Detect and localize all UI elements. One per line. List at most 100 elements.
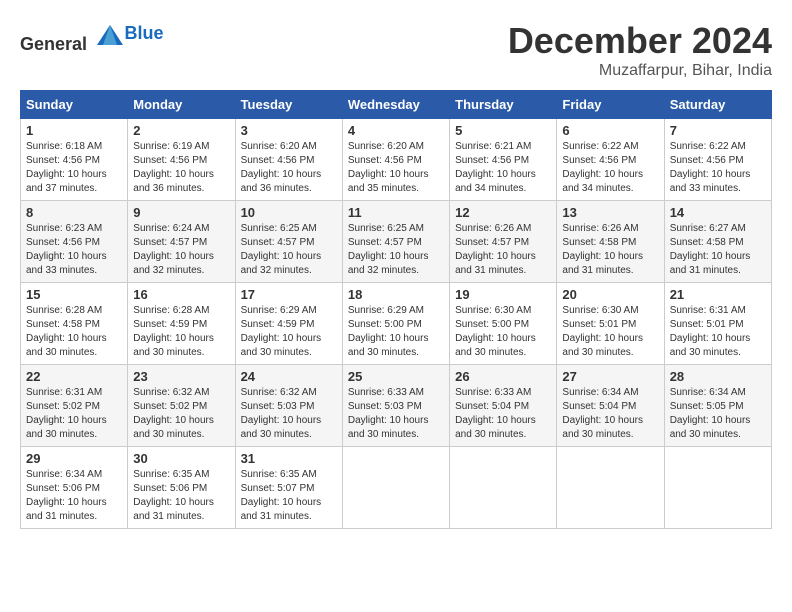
col-sunday: Sunday <box>21 91 128 119</box>
day-detail: Sunrise: 6:35 AMSunset: 5:07 PMDaylight:… <box>241 469 322 522</box>
calendar-cell <box>557 447 664 529</box>
calendar-week-row: 1 Sunrise: 6:18 AMSunset: 4:56 PMDayligh… <box>21 119 772 201</box>
calendar-cell: 23 Sunrise: 6:32 AMSunset: 5:02 PMDaylig… <box>128 365 235 447</box>
day-detail: Sunrise: 6:35 AMSunset: 5:06 PMDaylight:… <box>133 469 214 522</box>
calendar-cell: 7 Sunrise: 6:22 AMSunset: 4:56 PMDayligh… <box>664 119 771 201</box>
calendar-cell: 8 Sunrise: 6:23 AMSunset: 4:56 PMDayligh… <box>21 201 128 283</box>
calendar-cell: 9 Sunrise: 6:24 AMSunset: 4:57 PMDayligh… <box>128 201 235 283</box>
day-detail: Sunrise: 6:24 AMSunset: 4:57 PMDaylight:… <box>133 223 214 276</box>
logo-icon <box>95 20 125 50</box>
day-detail: Sunrise: 6:22 AMSunset: 4:56 PMDaylight:… <box>562 141 643 194</box>
col-tuesday: Tuesday <box>235 91 342 119</box>
day-number: 1 <box>26 123 122 138</box>
day-number: 22 <box>26 369 122 384</box>
day-number: 10 <box>241 205 337 220</box>
calendar-cell: 19 Sunrise: 6:30 AMSunset: 5:00 PMDaylig… <box>450 283 557 365</box>
calendar-cell: 20 Sunrise: 6:30 AMSunset: 5:01 PMDaylig… <box>557 283 664 365</box>
day-number: 26 <box>455 369 551 384</box>
calendar-cell: 10 Sunrise: 6:25 AMSunset: 4:57 PMDaylig… <box>235 201 342 283</box>
day-detail: Sunrise: 6:31 AMSunset: 5:01 PMDaylight:… <box>670 305 751 358</box>
calendar-cell: 17 Sunrise: 6:29 AMSunset: 4:59 PMDaylig… <box>235 283 342 365</box>
logo-text-general: General <box>20 34 87 54</box>
calendar-cell: 11 Sunrise: 6:25 AMSunset: 4:57 PMDaylig… <box>342 201 449 283</box>
day-detail: Sunrise: 6:29 AMSunset: 5:00 PMDaylight:… <box>348 305 429 358</box>
calendar-cell: 1 Sunrise: 6:18 AMSunset: 4:56 PMDayligh… <box>21 119 128 201</box>
day-detail: Sunrise: 6:20 AMSunset: 4:56 PMDaylight:… <box>348 141 429 194</box>
day-number: 20 <box>562 287 658 302</box>
calendar-week-row: 29 Sunrise: 6:34 AMSunset: 5:06 PMDaylig… <box>21 447 772 529</box>
col-friday: Friday <box>557 91 664 119</box>
day-number: 6 <box>562 123 658 138</box>
calendar-cell: 25 Sunrise: 6:33 AMSunset: 5:03 PMDaylig… <box>342 365 449 447</box>
col-saturday: Saturday <box>664 91 771 119</box>
day-number: 2 <box>133 123 229 138</box>
day-number: 14 <box>670 205 766 220</box>
day-detail: Sunrise: 6:22 AMSunset: 4:56 PMDaylight:… <box>670 141 751 194</box>
day-number: 23 <box>133 369 229 384</box>
calendar-cell: 24 Sunrise: 6:32 AMSunset: 5:03 PMDaylig… <box>235 365 342 447</box>
col-thursday: Thursday <box>450 91 557 119</box>
day-number: 21 <box>670 287 766 302</box>
col-wednesday: Wednesday <box>342 91 449 119</box>
calendar-cell: 26 Sunrise: 6:33 AMSunset: 5:04 PMDaylig… <box>450 365 557 447</box>
day-detail: Sunrise: 6:25 AMSunset: 4:57 PMDaylight:… <box>348 223 429 276</box>
calendar-cell: 15 Sunrise: 6:28 AMSunset: 4:58 PMDaylig… <box>21 283 128 365</box>
day-detail: Sunrise: 6:20 AMSunset: 4:56 PMDaylight:… <box>241 141 322 194</box>
day-number: 12 <box>455 205 551 220</box>
day-detail: Sunrise: 6:28 AMSunset: 4:58 PMDaylight:… <box>26 305 107 358</box>
day-number: 13 <box>562 205 658 220</box>
calendar-cell: 13 Sunrise: 6:26 AMSunset: 4:58 PMDaylig… <box>557 201 664 283</box>
calendar-week-row: 22 Sunrise: 6:31 AMSunset: 5:02 PMDaylig… <box>21 365 772 447</box>
calendar-cell <box>450 447 557 529</box>
day-detail: Sunrise: 6:33 AMSunset: 5:04 PMDaylight:… <box>455 387 536 440</box>
calendar-cell: 31 Sunrise: 6:35 AMSunset: 5:07 PMDaylig… <box>235 447 342 529</box>
title-block: December 2024 Muzaffarpur, Bihar, India <box>508 20 772 80</box>
day-detail: Sunrise: 6:19 AMSunset: 4:56 PMDaylight:… <box>133 141 214 194</box>
calendar-cell: 6 Sunrise: 6:22 AMSunset: 4:56 PMDayligh… <box>557 119 664 201</box>
logo: General Blue <box>20 20 164 55</box>
calendar-cell: 28 Sunrise: 6:34 AMSunset: 5:05 PMDaylig… <box>664 365 771 447</box>
location: Muzaffarpur, Bihar, India <box>508 62 772 80</box>
calendar-week-row: 15 Sunrise: 6:28 AMSunset: 4:58 PMDaylig… <box>21 283 772 365</box>
calendar-cell: 3 Sunrise: 6:20 AMSunset: 4:56 PMDayligh… <box>235 119 342 201</box>
day-number: 17 <box>241 287 337 302</box>
day-number: 16 <box>133 287 229 302</box>
day-detail: Sunrise: 6:25 AMSunset: 4:57 PMDaylight:… <box>241 223 322 276</box>
calendar-cell: 2 Sunrise: 6:19 AMSunset: 4:56 PMDayligh… <box>128 119 235 201</box>
day-number: 24 <box>241 369 337 384</box>
day-detail: Sunrise: 6:28 AMSunset: 4:59 PMDaylight:… <box>133 305 214 358</box>
day-detail: Sunrise: 6:30 AMSunset: 5:00 PMDaylight:… <box>455 305 536 358</box>
col-monday: Monday <box>128 91 235 119</box>
day-number: 30 <box>133 451 229 466</box>
day-detail: Sunrise: 6:27 AMSunset: 4:58 PMDaylight:… <box>670 223 751 276</box>
day-number: 19 <box>455 287 551 302</box>
day-detail: Sunrise: 6:18 AMSunset: 4:56 PMDaylight:… <box>26 141 107 194</box>
calendar-cell: 29 Sunrise: 6:34 AMSunset: 5:06 PMDaylig… <box>21 447 128 529</box>
day-number: 28 <box>670 369 766 384</box>
day-detail: Sunrise: 6:31 AMSunset: 5:02 PMDaylight:… <box>26 387 107 440</box>
day-number: 7 <box>670 123 766 138</box>
day-number: 9 <box>133 205 229 220</box>
calendar-cell: 21 Sunrise: 6:31 AMSunset: 5:01 PMDaylig… <box>664 283 771 365</box>
day-number: 15 <box>26 287 122 302</box>
month-title: December 2024 <box>508 20 772 62</box>
day-detail: Sunrise: 6:26 AMSunset: 4:57 PMDaylight:… <box>455 223 536 276</box>
calendar-header-row: Sunday Monday Tuesday Wednesday Thursday… <box>21 91 772 119</box>
calendar-cell: 22 Sunrise: 6:31 AMSunset: 5:02 PMDaylig… <box>21 365 128 447</box>
day-number: 3 <box>241 123 337 138</box>
day-detail: Sunrise: 6:33 AMSunset: 5:03 PMDaylight:… <box>348 387 429 440</box>
day-detail: Sunrise: 6:34 AMSunset: 5:04 PMDaylight:… <box>562 387 643 440</box>
day-detail: Sunrise: 6:34 AMSunset: 5:05 PMDaylight:… <box>670 387 751 440</box>
day-number: 29 <box>26 451 122 466</box>
day-detail: Sunrise: 6:30 AMSunset: 5:01 PMDaylight:… <box>562 305 643 358</box>
calendar-table: Sunday Monday Tuesday Wednesday Thursday… <box>20 90 772 529</box>
day-number: 31 <box>241 451 337 466</box>
day-number: 8 <box>26 205 122 220</box>
calendar-cell: 16 Sunrise: 6:28 AMSunset: 4:59 PMDaylig… <box>128 283 235 365</box>
day-detail: Sunrise: 6:32 AMSunset: 5:02 PMDaylight:… <box>133 387 214 440</box>
day-number: 25 <box>348 369 444 384</box>
calendar-cell <box>342 447 449 529</box>
calendar-cell: 30 Sunrise: 6:35 AMSunset: 5:06 PMDaylig… <box>128 447 235 529</box>
day-number: 27 <box>562 369 658 384</box>
day-number: 4 <box>348 123 444 138</box>
